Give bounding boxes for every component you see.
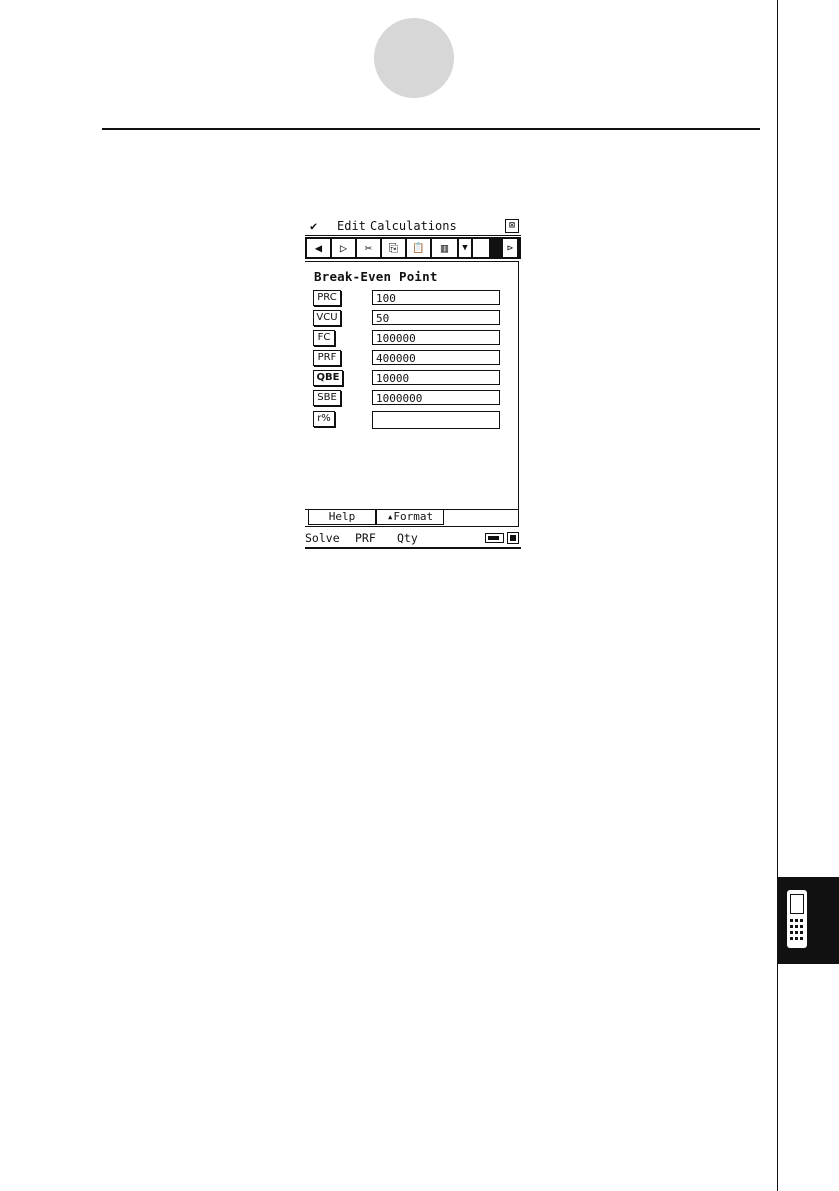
calculations-menu[interactable]: Calculations — [370, 219, 457, 233]
scroll-right-button[interactable]: ⊳ — [503, 239, 517, 257]
vcu-button[interactable]: VCU — [313, 310, 341, 326]
r-percent-button[interactable]: r% — [313, 411, 335, 427]
copy-icon: ⎘ — [388, 240, 399, 255]
calculator-screen: ✔ Edit Calculations ⊠ ◀ ▷ ✂ ⎘ 📋 ▥ ▼ ⊳ Br… — [305, 217, 521, 549]
side-rule — [777, 0, 778, 1191]
left-arrow-icon: ◀ — [314, 241, 323, 255]
sbe-field[interactable]: 1000000 — [372, 390, 500, 405]
qbe-button[interactable]: QBE — [313, 370, 343, 386]
table-button[interactable]: ▥ — [432, 239, 457, 257]
right-arrow-button[interactable]: ▷ — [332, 239, 355, 257]
battery-icon — [485, 533, 504, 543]
status-prf: PRF — [355, 531, 376, 545]
dropdown-button[interactable]: ▼ — [459, 239, 471, 257]
tab-bar: Help ▴Format — [305, 509, 518, 526]
calculator-icon — [787, 890, 807, 948]
cut-button[interactable]: ✂ — [357, 239, 380, 257]
status-qty: Qty — [397, 531, 418, 545]
status-bar: Solve PRF Qty — [305, 529, 521, 549]
toolbar-spacer — [473, 239, 489, 257]
sbe-button[interactable]: SBE — [313, 390, 341, 406]
toolbar: ◀ ▷ ✂ ⎘ 📋 ▥ ▼ ⊳ — [305, 237, 521, 259]
chapter-tab — [778, 877, 839, 964]
menu-check-icon[interactable]: ✔ — [310, 219, 317, 233]
prc-button[interactable]: PRC — [313, 290, 341, 306]
dropdown-icon: ▼ — [462, 243, 468, 253]
form-area: Break-Even Point PRC 100 VCU 50 FC 10000… — [305, 261, 519, 527]
copy-button[interactable]: ⎘ — [382, 239, 405, 257]
mode-indicator-icon — [507, 532, 519, 544]
menu-bar: ✔ Edit Calculations ⊠ — [305, 217, 521, 236]
prf-button[interactable]: PRF — [313, 350, 341, 366]
paste-button[interactable]: 📋 — [407, 239, 430, 257]
tab-help[interactable]: Help — [308, 510, 376, 525]
cut-icon: ✂ — [364, 241, 373, 255]
fc-button[interactable]: FC — [313, 330, 335, 346]
status-solve: Solve — [305, 531, 340, 545]
header-rule — [102, 128, 760, 130]
form-title: Break-Even Point — [314, 269, 438, 284]
edit-menu[interactable]: Edit — [337, 219, 366, 233]
right-arrow-icon: ▷ — [339, 241, 348, 255]
left-arrow-button[interactable]: ◀ — [307, 239, 330, 257]
vcu-field[interactable]: 50 — [372, 310, 500, 325]
table-icon: ▥ — [440, 241, 449, 255]
fc-field[interactable]: 100000 — [372, 330, 500, 345]
prf-field[interactable]: 400000 — [372, 350, 500, 365]
qbe-field[interactable]: 10000 — [372, 370, 500, 385]
paste-icon: 📋 — [412, 242, 425, 254]
close-icon[interactable]: ⊠ — [505, 219, 519, 233]
prc-field[interactable]: 100 — [372, 290, 500, 305]
tab-format[interactable]: ▴Format — [376, 510, 444, 525]
page-circle-mark — [374, 18, 454, 98]
r-percent-field[interactable] — [372, 411, 500, 429]
scroll-right-icon: ⊳ — [506, 242, 514, 254]
